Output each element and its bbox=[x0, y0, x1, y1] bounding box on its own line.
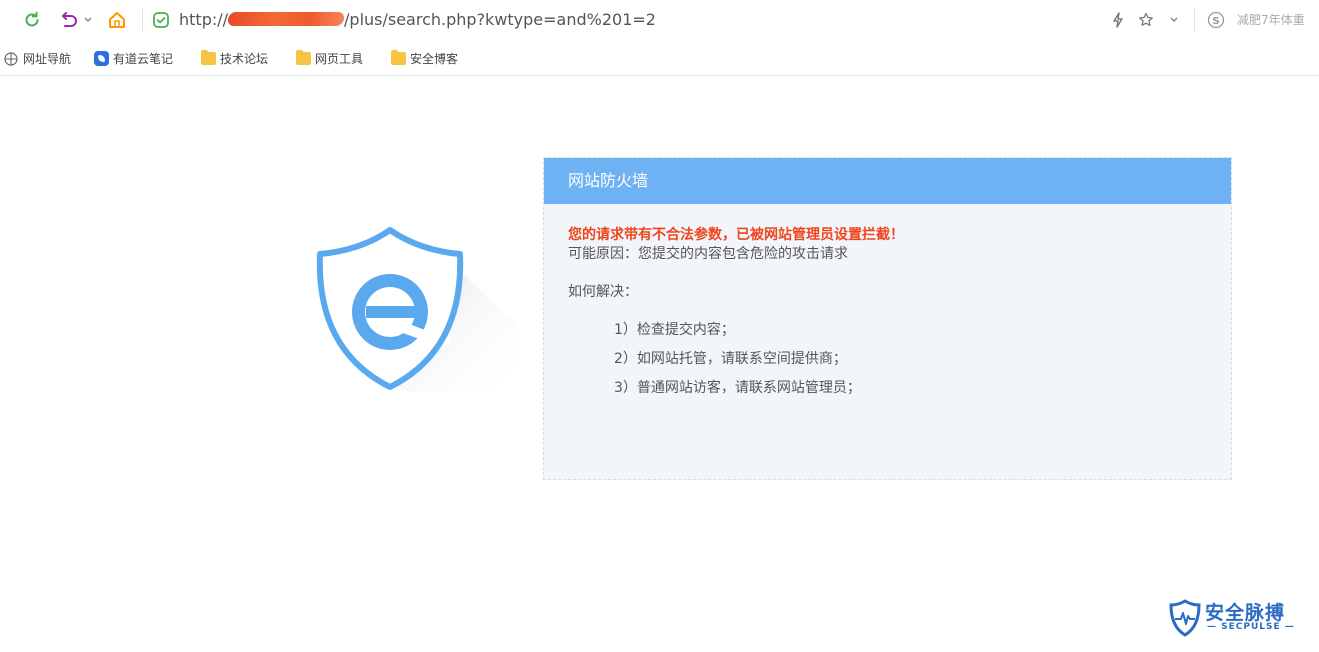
svg-text:S: S bbox=[1212, 16, 1219, 27]
bookmark-web-tools[interactable]: 网页工具 bbox=[296, 50, 363, 67]
bookmark-label: 有道云笔记 bbox=[113, 52, 174, 66]
firewall-panel: 网站防火墙 您的请求带有不合法参数，已被网站管理员设置拦截！ 可能原因：您提交的… bbox=[543, 157, 1232, 480]
lightning-icon[interactable] bbox=[1109, 10, 1127, 30]
resolution-steps: 1）检查提交内容； 2）如网站托管，请联系空间提供商； 3）普通网站访客，请联系… bbox=[568, 316, 1207, 403]
panel-body: 您的请求带有不合法参数，已被网站管理员设置拦截！ 可能原因：您提交的内容包含危险… bbox=[544, 204, 1231, 425]
bookmark-youdao[interactable]: 有道云笔记 bbox=[94, 50, 173, 67]
bookmark-label: 技术论坛 bbox=[220, 52, 269, 66]
chevron-down-icon[interactable] bbox=[83, 12, 93, 28]
warning-message: 您的请求带有不合法参数，已被网站管理员设置拦截！ bbox=[568, 227, 904, 243]
redacted-domain bbox=[226, 12, 346, 26]
list-item: 1）检查提交内容； bbox=[614, 322, 735, 338]
bookmark-security-blog[interactable]: 安全博客 bbox=[391, 50, 458, 67]
browser-toolbar: http:// /plus/search.php?kwtype=and%201=2… bbox=[0, 0, 1319, 40]
folder-icon bbox=[296, 50, 311, 65]
watermark-title: 安全脉搏 bbox=[1205, 602, 1286, 624]
secpulse-watermark: 安全脉搏 — SECPULSE — bbox=[1169, 598, 1304, 638]
folder-icon bbox=[391, 50, 406, 65]
list-item: 3）普通网站访客，请联系网站管理员； bbox=[614, 380, 861, 396]
url-prefix: http:// bbox=[179, 10, 229, 29]
url-suffix: /plus/search.php?kwtype=and%201=2 bbox=[344, 10, 656, 29]
bookmark-nav[interactable]: 网址导航 bbox=[4, 50, 71, 67]
toolbar-separator bbox=[142, 9, 143, 31]
bookmark-label: 网页工具 bbox=[315, 52, 364, 66]
note-icon bbox=[94, 51, 109, 66]
firewall-shield-logo bbox=[300, 222, 520, 402]
bookmark-label: 网址导航 bbox=[23, 52, 72, 66]
star-icon[interactable] bbox=[1136, 10, 1156, 30]
shield-pulse-icon bbox=[1169, 599, 1201, 637]
undo-icon[interactable] bbox=[58, 10, 80, 30]
home-icon[interactable] bbox=[106, 9, 128, 31]
panel-title: 网站防火墙 bbox=[544, 158, 1231, 204]
folder-icon bbox=[201, 50, 216, 65]
grid-icon bbox=[4, 52, 19, 66]
address-bar[interactable]: http:// /plus/search.php?kwtype=and%201=2 bbox=[179, 9, 656, 31]
search-engine-icon[interactable]: S bbox=[1206, 10, 1226, 30]
toolbar-separator bbox=[1194, 9, 1195, 31]
search-box-text[interactable]: 减肥7年体重 bbox=[1237, 11, 1305, 28]
shield-check-icon[interactable] bbox=[151, 10, 171, 30]
reason-text: 可能原因：您提交的内容包含危险的攻击请求 bbox=[568, 246, 848, 262]
chevron-down-icon[interactable] bbox=[1168, 12, 1180, 28]
list-item: 2）如网站托管，请联系空间提供商； bbox=[614, 351, 847, 367]
bookmark-tech-forum[interactable]: 技术论坛 bbox=[201, 50, 268, 67]
refresh-icon[interactable] bbox=[22, 10, 42, 30]
watermark-subtitle: — SECPULSE — bbox=[1207, 622, 1295, 632]
bookmarks-bar: 网址导航 有道云笔记 技术论坛 网页工具 安全博客 bbox=[0, 40, 1319, 76]
bookmark-label: 安全博客 bbox=[410, 52, 459, 66]
how-to-resolve-label: 如何解决： bbox=[568, 284, 638, 300]
